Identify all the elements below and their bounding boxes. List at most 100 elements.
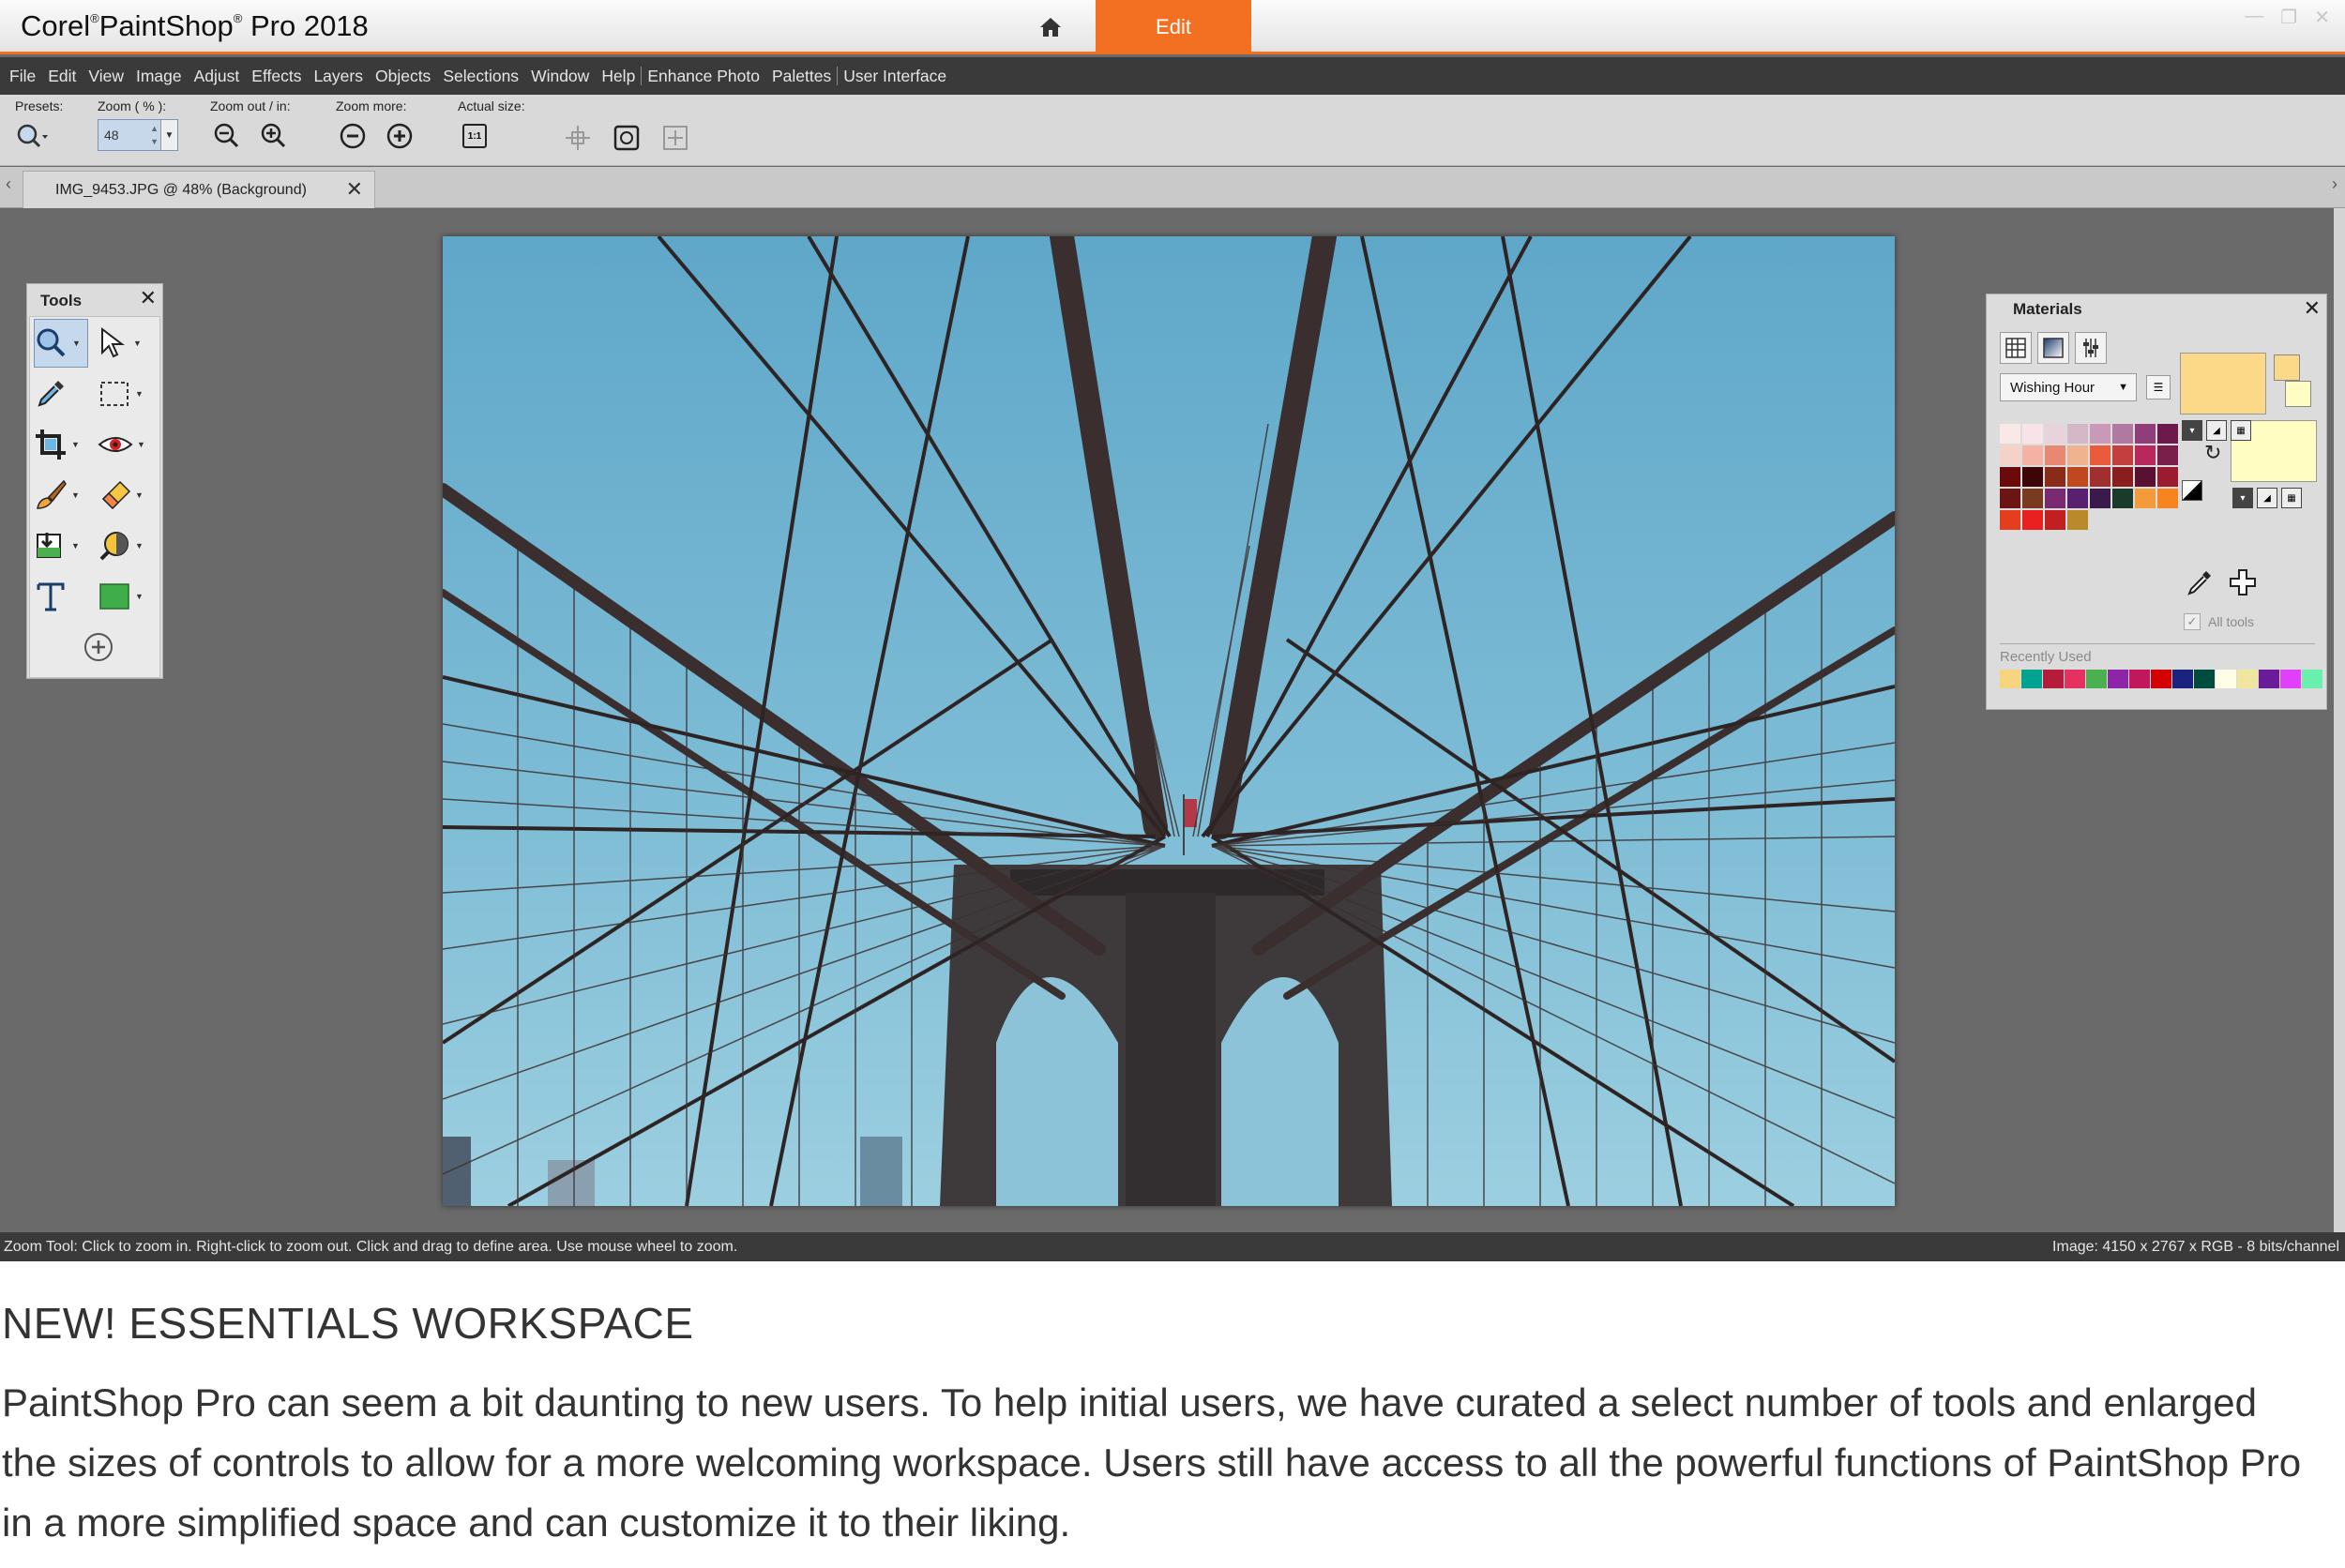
flood-fill-tool[interactable]: ▼ xyxy=(34,521,88,570)
recent-color-swatch[interactable] xyxy=(2151,670,2171,688)
all-tools-checkbox[interactable]: ✓ All tools xyxy=(2184,613,2254,630)
restore-icon[interactable]: ❐ xyxy=(2280,6,2297,29)
recent-color-swatch[interactable] xyxy=(2108,670,2128,688)
color-swatch[interactable] xyxy=(2135,424,2156,444)
document-tab[interactable]: IMG_9453.JPG @ 48% (Background) ✕ xyxy=(23,171,375,208)
home-tab[interactable] xyxy=(1030,0,1071,54)
close-materials-palette-icon[interactable]: ✕ xyxy=(2304,296,2321,321)
pan-button[interactable] xyxy=(561,121,595,155)
color-swatch[interactable] xyxy=(2022,510,2043,530)
gradient-mode-icon[interactable]: ◢ xyxy=(2206,420,2227,441)
selection-tool[interactable]: ▼ xyxy=(98,369,152,418)
transparent-mode-icon[interactable]: ▦ xyxy=(2231,420,2251,441)
zoom-spinner[interactable]: ▲ ▼ xyxy=(150,122,159,148)
color-swatch[interactable] xyxy=(2045,424,2065,444)
menu-edit[interactable]: Edit xyxy=(48,67,76,86)
recent-color-swatch[interactable] xyxy=(2065,670,2085,688)
tab-hsl[interactable] xyxy=(2075,332,2107,364)
recent-color-swatch[interactable] xyxy=(2129,670,2150,688)
tab-scroll-right-icon[interactable]: › xyxy=(2332,174,2337,194)
menu-palettes[interactable]: Palettes xyxy=(772,67,831,86)
close-icon[interactable]: ✕ xyxy=(2314,6,2330,29)
color-swatch[interactable] xyxy=(2067,424,2088,444)
menu-selections[interactable]: Selections xyxy=(443,67,519,86)
color-swatch[interactable] xyxy=(2067,467,2088,487)
zoom-dropdown-icon[interactable]: ▼ xyxy=(160,120,177,150)
menu-image[interactable]: Image xyxy=(136,67,182,86)
color-swatch[interactable] xyxy=(2135,489,2156,508)
tab-gradient[interactable] xyxy=(2037,332,2069,364)
color-swatch[interactable] xyxy=(2045,510,2065,530)
color-swatch[interactable] xyxy=(2135,467,2156,487)
menu-window[interactable]: Window xyxy=(531,67,589,86)
minimize-icon[interactable]: — xyxy=(2245,6,2263,29)
recent-color-swatch[interactable] xyxy=(2216,670,2236,688)
dropper-tool[interactable] xyxy=(34,369,88,418)
edit-tab[interactable]: Edit xyxy=(1096,0,1251,54)
color-swatch[interactable] xyxy=(2157,467,2178,487)
menu-file[interactable]: File xyxy=(9,67,36,86)
foreground-color-box[interactable] xyxy=(2180,353,2266,415)
color-swatch[interactable] xyxy=(2090,467,2110,487)
color-swatch[interactable] xyxy=(2157,445,2178,465)
tab-swatches[interactable] xyxy=(2000,332,2032,364)
color-swatch[interactable] xyxy=(2022,467,2043,487)
color-swatch[interactable] xyxy=(2112,445,2133,465)
close-tools-palette-icon[interactable]: ✕ xyxy=(140,286,157,310)
transparent-mode-icon[interactable]: ▦ xyxy=(2281,488,2302,508)
vertical-scrollbar[interactable] xyxy=(2334,208,2345,1232)
add-tool-button[interactable] xyxy=(71,623,126,671)
fit-window-button[interactable] xyxy=(610,121,643,155)
recent-color-swatch[interactable] xyxy=(2259,670,2279,688)
color-swatch[interactable] xyxy=(2022,424,2043,444)
color-swatch[interactable] xyxy=(2157,424,2178,444)
swatch-set-select[interactable]: Wishing Hour ▼ xyxy=(2000,373,2137,401)
recent-color-swatch[interactable] xyxy=(2000,670,2020,688)
recent-color-swatch[interactable] xyxy=(2194,670,2215,688)
pick-tool[interactable]: ▼ xyxy=(98,319,152,368)
menu-layers[interactable]: Layers xyxy=(313,67,363,86)
dodge-tool[interactable]: ▼ xyxy=(98,521,152,570)
color-swatch[interactable] xyxy=(2135,445,2156,465)
crop-tool[interactable]: ▼ xyxy=(34,420,88,469)
recent-color-swatch[interactable] xyxy=(2302,670,2322,688)
recent-color-swatch[interactable] xyxy=(2086,670,2107,688)
zoom-tool[interactable]: ▼ xyxy=(34,319,88,368)
add-to-swatches-button[interactable] xyxy=(2227,566,2259,598)
color-swatch[interactable] xyxy=(2067,489,2088,508)
color-swatch[interactable] xyxy=(2000,489,2020,508)
color-swatch[interactable] xyxy=(2000,445,2020,465)
color-swatch[interactable] xyxy=(2000,510,2020,530)
color-swatch[interactable] xyxy=(2000,424,2020,444)
gradient-mode-icon[interactable]: ◢ xyxy=(2257,488,2277,508)
color-swatch[interactable] xyxy=(2112,489,2133,508)
material-dropper-button[interactable] xyxy=(2184,566,2216,598)
close-tab-icon[interactable]: ✕ xyxy=(346,177,363,202)
recent-color-swatch[interactable] xyxy=(2280,670,2301,688)
paint-brush-tool[interactable]: ▼ xyxy=(34,471,88,520)
actual-size-button[interactable]: 1:1 xyxy=(458,119,492,153)
color-swatch[interactable] xyxy=(2067,510,2088,530)
menu-effects[interactable]: Effects xyxy=(251,67,301,86)
zoom-more-out-button[interactable] xyxy=(336,119,370,153)
color-swatch[interactable] xyxy=(2045,467,2065,487)
text-tool[interactable] xyxy=(34,572,88,621)
menu-user-interface[interactable]: User Interface xyxy=(843,67,946,86)
fit-image-button[interactable] xyxy=(658,121,692,155)
zoom-percent-input[interactable]: 48 ▲ ▼ ▼ xyxy=(98,119,178,151)
color-swatch[interactable] xyxy=(2090,445,2110,465)
foreground-color-chip[interactable] xyxy=(2274,354,2300,381)
menu-objects[interactable]: Objects xyxy=(375,67,431,86)
color-swatch[interactable] xyxy=(2157,489,2178,508)
tab-scroll-left-icon[interactable]: ‹ xyxy=(6,174,11,194)
presets-button[interactable] xyxy=(15,119,49,153)
recent-color-swatch[interactable] xyxy=(2172,670,2193,688)
color-swatch[interactable] xyxy=(2022,445,2043,465)
color-swatch[interactable] xyxy=(2112,467,2133,487)
swap-colors-icon[interactable]: ↻ xyxy=(2204,441,2221,465)
menu-enhance-photo[interactable]: Enhance Photo xyxy=(647,67,760,86)
color-swatch[interactable] xyxy=(2090,489,2110,508)
recent-color-swatch[interactable] xyxy=(2021,670,2042,688)
swatch-options-button[interactable]: ☰ xyxy=(2146,375,2171,400)
color-swatch[interactable] xyxy=(2022,489,2043,508)
